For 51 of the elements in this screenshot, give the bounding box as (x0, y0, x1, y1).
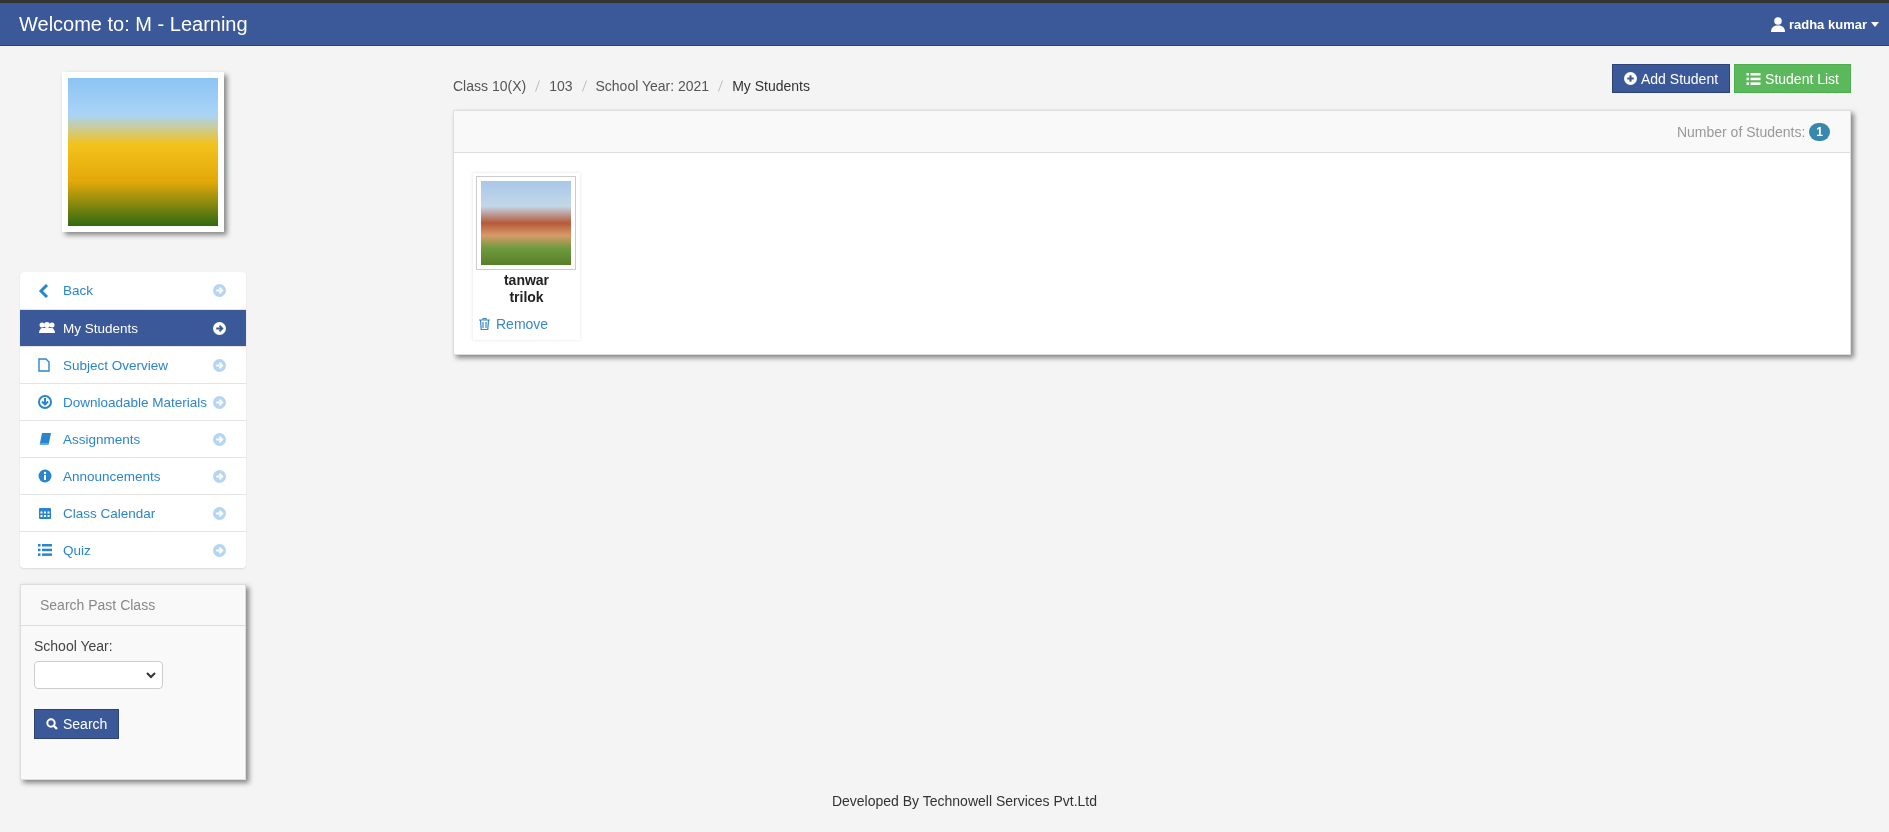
arrow-circle-icon (213, 432, 226, 446)
users-icon (38, 321, 56, 335)
list-icon (1746, 72, 1762, 85)
chevron-down-icon (146, 671, 156, 679)
download-icon (38, 395, 52, 409)
book-icon (38, 432, 52, 446)
chevron-left-icon (38, 283, 50, 298)
breadcrumb-separator (581, 80, 587, 92)
caret-icon (1871, 21, 1879, 27)
arrow-circle-icon (213, 469, 226, 483)
breadcrumb-separator (535, 80, 541, 92)
document-icon (38, 358, 50, 372)
user-icon (1770, 16, 1785, 32)
count-badge: 1 (1809, 122, 1830, 141)
count-label: Number of Students: (1676, 123, 1806, 140)
remove-link[interactable]: Remove (476, 316, 549, 332)
nav-item[interactable]: Back (20, 272, 246, 309)
footer-text: Developed By Technowell Services Pvt.Ltd (831, 793, 1098, 809)
breadcrumb-link[interactable]: Class 10(X) (453, 78, 527, 94)
student-list-button[interactable]: Student List (1734, 64, 1851, 93)
arrow-circle-icon (213, 395, 226, 409)
add-student-button[interactable]: Add Student (1612, 64, 1731, 93)
info-icon (38, 469, 52, 483)
arrow-circle-icon (213, 506, 226, 520)
nav-item[interactable]: Assignments (20, 420, 246, 457)
arrow-circle-icon (213, 284, 226, 297)
nav-item[interactable]: Subject Overview (20, 346, 246, 383)
breadcrumb-current: My Students (732, 78, 810, 94)
arrow-circle-icon (213, 358, 226, 372)
breadcrumb-link[interactable]: 103 (549, 78, 573, 94)
nav-item[interactable]: Quiz (20, 531, 246, 568)
nav-item[interactable]: Class Calendar (20, 494, 246, 531)
arrow-circle-icon (213, 543, 226, 557)
search-icon (46, 718, 58, 730)
breadcrumb-link[interactable]: School Year: 2021 (595, 78, 710, 94)
app-title: Welcome to: M - Learning (19, 12, 248, 36)
list-icon (38, 544, 52, 556)
calendar-icon (38, 506, 52, 520)
user-menu[interactable]: radha kumar (1770, 16, 1879, 32)
student-name: tanwar trilok (502, 272, 551, 306)
nav-item[interactable]: Announcements (20, 457, 246, 494)
nav-item[interactable]: Downloadable Materials (20, 383, 246, 420)
panel-title: Search Past Class (21, 585, 245, 626)
breadcrumb-separator (718, 80, 724, 92)
nav-item[interactable]: My Students (20, 309, 246, 346)
plus-circle-icon (1624, 72, 1637, 85)
field-label: School Year: (34, 638, 114, 654)
trash-icon (479, 318, 490, 330)
search-button[interactable]: Search (34, 709, 120, 739)
school-year-select[interactable] (34, 661, 163, 689)
arrow-circle-icon (213, 321, 226, 335)
